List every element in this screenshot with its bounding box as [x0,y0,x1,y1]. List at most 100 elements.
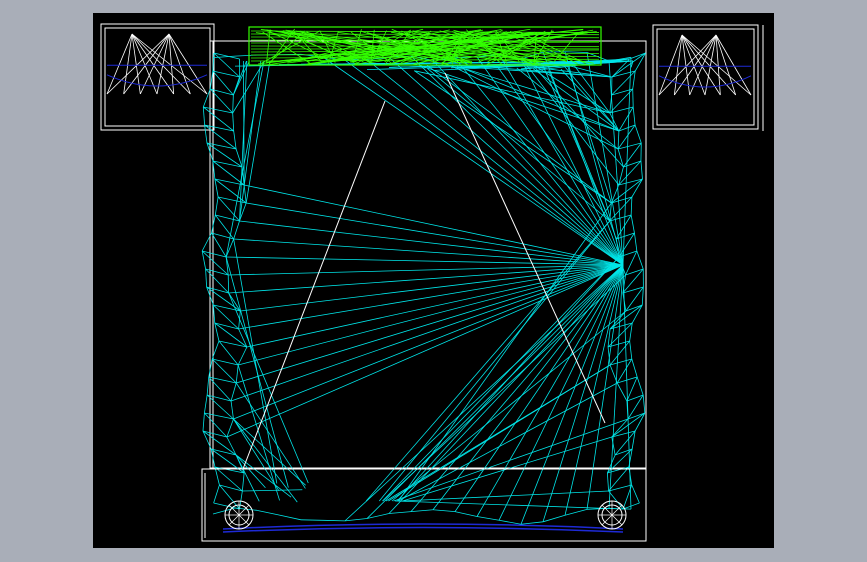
mesh-line [454,511,478,517]
mesh-line [432,509,456,513]
mesh-line [388,264,624,514]
right-nightstand-fan-icon [658,34,752,96]
mesh-line [232,94,234,114]
mesh-line [205,268,208,288]
mesh-line [609,310,627,330]
mesh-line [237,346,248,366]
mesh-line [322,519,346,522]
mesh-line [226,436,237,456]
mesh-line [533,66,624,168]
mesh-line [427,68,610,222]
mesh-line [609,106,634,114]
mesh-line [322,56,624,266]
pillow[interactable] [248,26,602,66]
mesh-line [344,518,368,522]
mesh-line [542,514,566,523]
mesh-line [608,466,630,492]
mesh-line [607,328,611,348]
mesh-line [366,264,624,519]
mesh-line [476,56,624,266]
mesh-line [226,264,624,438]
mesh-line [242,489,303,492]
mesh-line [256,509,280,516]
mesh-line [106,33,133,95]
mesh-line [634,124,642,144]
left-nightstand-fan-icon [106,33,208,95]
fan-arc [658,75,752,88]
mesh-line [208,376,232,402]
mesh-line [632,106,636,126]
mesh-line [244,184,624,266]
mesh-line [228,292,309,484]
mesh-line [344,264,624,522]
mesh-line [388,364,611,502]
mesh-line [629,52,646,60]
mesh-line [211,358,237,384]
mesh-line [214,466,220,486]
mesh-line [397,202,612,502]
mesh-line [250,41,600,44]
mesh-line [235,364,239,384]
mesh-line [542,264,624,522]
mesh-line [213,484,220,504]
mesh-line [606,472,609,492]
mesh-line [250,45,600,48]
mesh-line [212,304,216,324]
mesh-line [631,358,638,378]
mesh-line [232,112,235,132]
mesh-line [202,106,206,126]
mesh-line [533,68,620,132]
mesh-line [564,51,588,53]
mesh-line [206,376,210,396]
mesh-line [202,412,205,432]
mesh-line [233,130,237,150]
mesh-line [476,516,500,521]
mesh-line [631,484,640,504]
pillow-mesh [250,28,600,66]
mesh-line [233,220,240,240]
frame-diagonals [242,72,606,470]
mesh-line [617,130,620,150]
mesh-line [382,256,620,502]
mesh-line [214,178,219,198]
mesh-line [609,304,643,330]
mesh-line [388,57,624,266]
mesh-line [235,454,266,489]
mesh-line [548,70,611,222]
mesh-line [641,286,644,306]
mesh-line [572,62,611,114]
mesh-line [246,264,624,348]
mesh-line [410,55,624,266]
mesh-line [230,400,234,420]
mesh-line [393,418,629,502]
footboard-accent [222,523,624,533]
mesh-line [520,521,544,525]
mesh-line [618,106,634,132]
mesh-line [520,58,624,266]
mattress-mesh [201,51,646,525]
mesh-line [204,394,208,414]
mesh-line [616,382,628,402]
mesh-line [586,52,624,266]
mesh-line [278,514,302,521]
mesh-line [498,519,522,525]
mesh-line [246,202,624,266]
mesh-line [634,232,638,252]
bed-drawing[interactable] [93,13,774,548]
mesh-line [622,286,644,294]
mesh-line [204,124,208,144]
mesh-line [465,68,620,132]
mesh-line [611,52,646,78]
mesh-line [225,60,265,258]
mesh-line [630,60,634,68]
mesh-line [608,484,632,492]
mesh-line [243,184,247,204]
mesh-line [225,238,235,258]
mesh-line [396,256,620,502]
left-nightstand[interactable] [100,23,215,131]
right-caster-wheel-icon [597,500,627,530]
mesh-line [230,382,237,402]
cad-viewport[interactable] [93,13,774,548]
mesh-line [366,513,390,519]
mesh-line [636,250,644,270]
